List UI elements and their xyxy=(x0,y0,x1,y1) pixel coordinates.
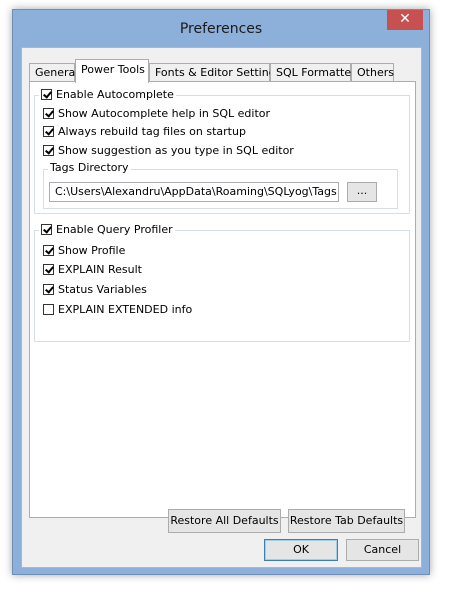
checkbox-icon xyxy=(41,224,52,235)
checkbox-label: EXPLAIN Result xyxy=(58,263,142,276)
tab-general[interactable]: General xyxy=(29,63,78,82)
tab-sql-formatter[interactable]: SQL Formatter xyxy=(270,63,356,82)
query-profiler-group: Enable Query Profiler Show Profile EXPLA… xyxy=(34,223,410,342)
close-button[interactable]: ✕ xyxy=(387,10,423,30)
enable-autocomplete-label: Enable Autocomplete xyxy=(56,88,174,101)
ok-button[interactable]: OK xyxy=(264,539,338,561)
close-icon: ✕ xyxy=(399,11,411,27)
browse-button[interactable]: ... xyxy=(347,182,377,202)
preferences-window: Preferences ✕ General Power Tools Fonts … xyxy=(12,9,430,575)
autocomplete-group: Enable Autocomplete Show Autocomplete he… xyxy=(34,88,410,214)
power-tools-panel: Enable Autocomplete Show Autocomplete he… xyxy=(29,81,416,533)
checkbox-label: Show suggestion as you type in SQL edito… xyxy=(58,144,294,157)
cancel-button[interactable]: Cancel xyxy=(346,539,419,561)
checkbox-label: EXPLAIN EXTENDED info xyxy=(58,303,193,316)
checkbox-icon xyxy=(43,245,54,256)
tab-power-tools[interactable]: Power Tools xyxy=(75,59,149,83)
show-autocomplete-help-checkbox[interactable]: Show Autocomplete help in SQL editor xyxy=(43,107,270,120)
status-variables-checkbox[interactable]: Status Variables xyxy=(43,283,147,296)
dialog-client-area: General Power Tools Fonts & Editor Setti… xyxy=(21,47,422,568)
show-suggestion-checkbox[interactable]: Show suggestion as you type in SQL edito… xyxy=(43,144,294,157)
window-title: Preferences xyxy=(179,21,263,37)
enable-query-profiler-label: Enable Query Profiler xyxy=(56,223,173,236)
checkbox-label: Always rebuild tag files on startup xyxy=(58,125,246,138)
checkbox-icon xyxy=(43,108,54,119)
show-profile-checkbox[interactable]: Show Profile xyxy=(43,244,125,257)
checkbox-label: Show Profile xyxy=(58,244,126,257)
tags-directory-input[interactable]: C:\Users\Alexandru\AppData\Roaming\SQLyo… xyxy=(49,182,339,202)
tab-fonts-editor-settings[interactable]: Fonts & Editor Settings xyxy=(149,63,281,82)
checkbox-icon xyxy=(43,284,54,295)
always-rebuild-tags-checkbox[interactable]: Always rebuild tag files on startup xyxy=(43,125,246,138)
restore-tab-defaults-button[interactable]: Restore Tab Defaults xyxy=(288,509,405,533)
enable-query-profiler-checkbox[interactable]: Enable Query Profiler xyxy=(39,223,175,236)
checkbox-icon xyxy=(43,126,54,137)
checkbox-label: Status Variables xyxy=(58,283,147,296)
checkbox-icon xyxy=(43,264,54,275)
explain-result-checkbox[interactable]: EXPLAIN Result xyxy=(43,263,142,276)
restore-all-defaults-button[interactable]: Restore All Defaults xyxy=(168,509,281,533)
tags-directory-title: Tags Directory xyxy=(48,161,131,174)
explain-extended-checkbox[interactable]: EXPLAIN EXTENDED info xyxy=(43,303,192,316)
tab-others[interactable]: Others xyxy=(351,63,394,82)
checkbox-icon xyxy=(43,304,54,315)
enable-autocomplete-checkbox[interactable]: Enable Autocomplete xyxy=(39,88,176,101)
checkbox-icon xyxy=(43,145,54,156)
checkbox-label: Show Autocomplete help in SQL editor xyxy=(58,107,271,120)
checkbox-icon xyxy=(41,89,52,100)
